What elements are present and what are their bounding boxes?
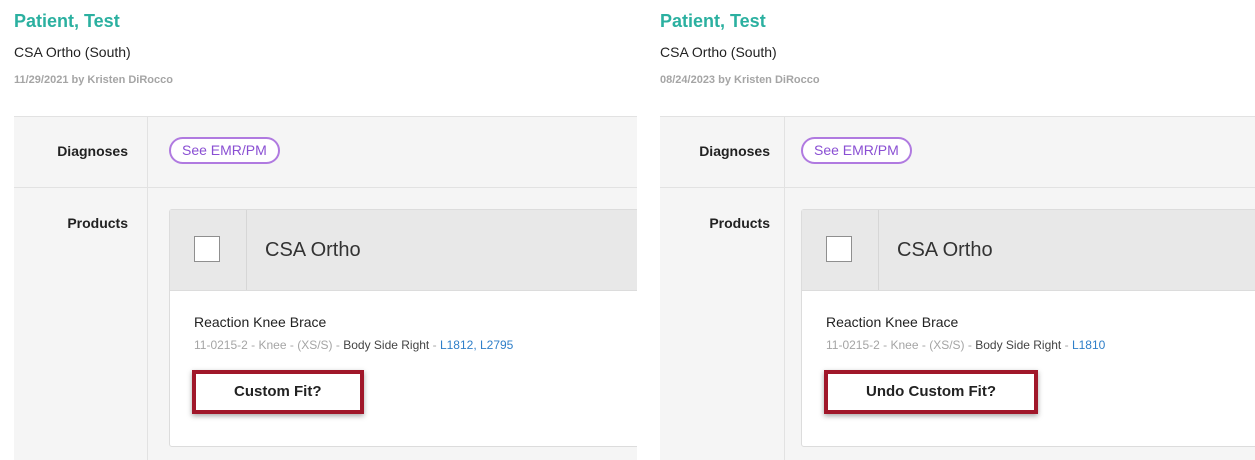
product-card-header: CSA Ortho <box>802 210 1255 291</box>
checkbox-cell <box>170 210 247 290</box>
hcpcs-link[interactable]: L1810 <box>1072 338 1105 352</box>
product-card: CSA Ortho Reaction Knee Brace 11-0215-2 … <box>801 209 1255 447</box>
hcpcs-link[interactable]: L1812, L2795 <box>440 338 513 352</box>
products-label: Products <box>67 215 128 231</box>
product-body: Knee <box>258 338 287 352</box>
right-panel: Patient, Test CSA Ortho (South) 08/24/20… <box>642 0 1255 460</box>
body-side: Body Side Right <box>975 338 1062 352</box>
order-details: Diagnoses Products See EMR/PM CSA Ortho … <box>660 116 1255 460</box>
product-meta: 11-0215-2 - Knee - (XS/S) - Body Side Ri… <box>826 338 1106 352</box>
label-column: Diagnoses Products <box>660 117 785 460</box>
product-card: CSA Ortho Reaction Knee Brace 11-0215-2 … <box>169 209 637 447</box>
vendor-checkbox[interactable] <box>194 236 220 262</box>
left-panel: Patient, Test CSA Ortho (South) 11/29/20… <box>0 0 637 460</box>
product-code: 11-0215-2 <box>194 338 248 352</box>
product-meta: 11-0215-2 - Knee - (XS/S) - Body Side Ri… <box>194 338 514 352</box>
product-size: (XS/S) <box>929 338 965 352</box>
product-code: 11-0215-2 <box>826 338 880 352</box>
product-name: Reaction Knee Brace <box>826 314 959 330</box>
practice-name: CSA Ortho (South) <box>14 44 131 60</box>
vendor-checkbox[interactable] <box>826 236 852 262</box>
patient-name[interactable]: Patient, Test <box>14 11 120 32</box>
patient-name[interactable]: Patient, Test <box>660 11 766 32</box>
products-label: Products <box>709 215 770 231</box>
checkbox-cell <box>802 210 879 290</box>
product-name: Reaction Knee Brace <box>194 314 327 330</box>
product-body: Knee <box>890 338 919 352</box>
body-side: Body Side Right <box>343 338 430 352</box>
label-column: Diagnoses Products <box>14 117 148 460</box>
product-size: (XS/S) <box>297 338 333 352</box>
vendor-name: CSA Ortho <box>897 239 993 261</box>
row-divider <box>14 187 637 188</box>
date-by: 08/24/2023 by Kristen DiRocco <box>660 74 820 86</box>
custom-fit-button[interactable]: Custom Fit? <box>192 370 364 414</box>
diagnoses-label: Diagnoses <box>699 143 770 159</box>
row-divider <box>660 187 1255 188</box>
practice-name: CSA Ortho (South) <box>660 44 777 60</box>
product-card-header: CSA Ortho <box>170 210 637 291</box>
see-emr-button[interactable]: See EMR/PM <box>169 137 280 164</box>
vendor-name: CSA Ortho <box>265 239 361 261</box>
diagnoses-label: Diagnoses <box>57 143 128 159</box>
undo-custom-fit-button[interactable]: Undo Custom Fit? <box>824 370 1038 414</box>
see-emr-button[interactable]: See EMR/PM <box>801 137 912 164</box>
date-by: 11/29/2021 by Kristen DiRocco <box>14 74 173 86</box>
order-details: Diagnoses Products See EMR/PM CSA Ortho … <box>14 116 637 460</box>
